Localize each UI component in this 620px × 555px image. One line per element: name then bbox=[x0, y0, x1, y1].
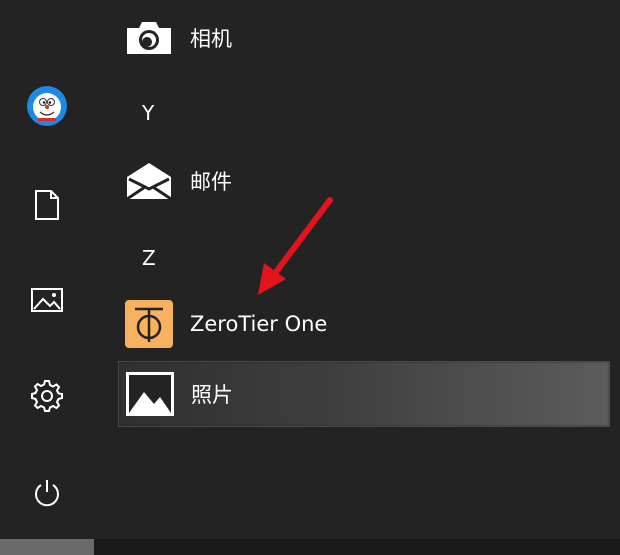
letter-header-z[interactable]: Z bbox=[142, 246, 156, 270]
app-item-zerotier-one[interactable]: ZeroTier One bbox=[118, 291, 610, 357]
app-item-photos[interactable]: 照片 bbox=[118, 361, 610, 427]
user-avatar-button[interactable] bbox=[0, 76, 94, 136]
camera-icon bbox=[125, 14, 173, 62]
bottom-strip bbox=[94, 539, 620, 555]
document-icon bbox=[35, 190, 59, 220]
photos-icon bbox=[126, 370, 174, 418]
letter-header-y[interactable]: Y bbox=[142, 101, 154, 125]
gear-icon bbox=[31, 380, 63, 412]
app-item-mail[interactable]: 邮件 bbox=[118, 148, 610, 214]
zerotier-label: ZeroTier One bbox=[190, 312, 328, 336]
photos-label: 照片 bbox=[191, 383, 233, 407]
app-list: 相机 Y 邮件 Z ZeroTier One 照片 bbox=[118, 0, 620, 555]
avatar-icon bbox=[27, 86, 67, 126]
settings-button[interactable] bbox=[0, 366, 94, 426]
camera-label: 相机 bbox=[190, 27, 232, 51]
rail-bottom-indicator bbox=[0, 539, 94, 555]
annotation-arrow-icon bbox=[258, 197, 333, 295]
power-button[interactable] bbox=[0, 463, 94, 523]
mail-icon bbox=[125, 157, 173, 205]
picture-icon bbox=[31, 288, 63, 312]
start-menu-rail bbox=[0, 0, 94, 555]
documents-button[interactable] bbox=[0, 175, 94, 235]
power-icon bbox=[35, 480, 59, 507]
pictures-button[interactable] bbox=[0, 270, 94, 330]
app-item-camera[interactable]: 相机 bbox=[118, 5, 610, 71]
zerotier-icon bbox=[125, 300, 173, 348]
mail-label: 邮件 bbox=[190, 170, 232, 194]
